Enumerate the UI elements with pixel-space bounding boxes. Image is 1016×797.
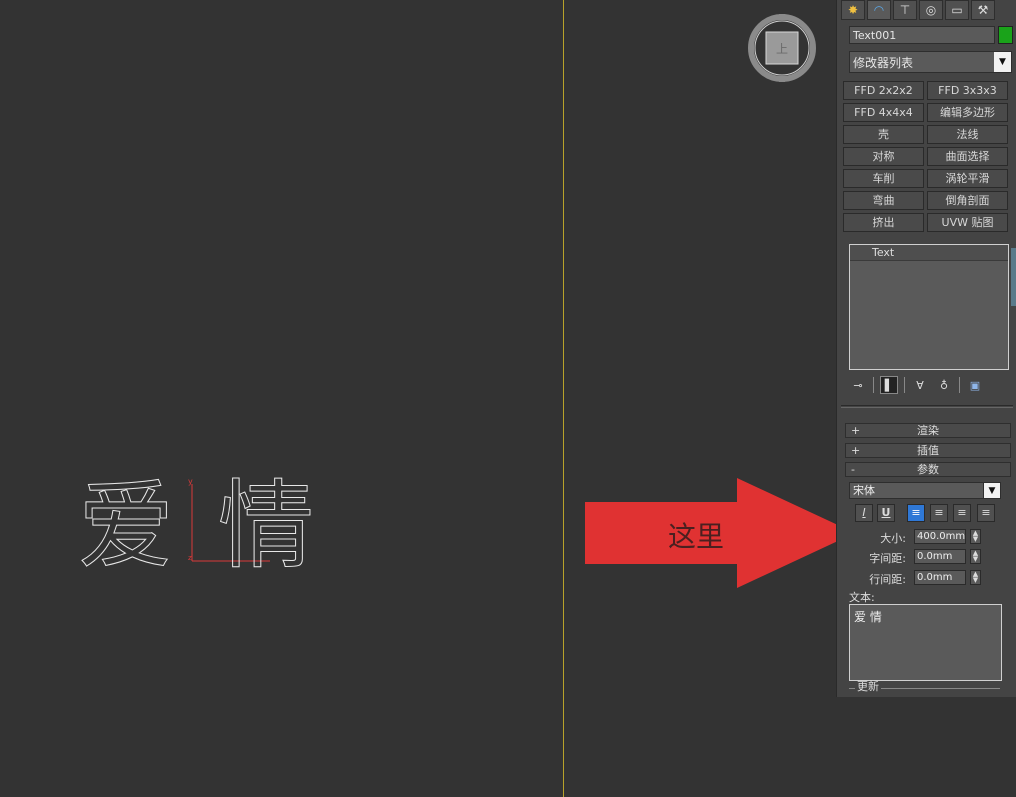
modifier-button-grid: FFD 2x2x2 FFD 3x3x3 FFD 4x4x4 编辑多边形 壳 法线… xyxy=(843,81,1010,232)
modifier-button[interactable]: 车削 xyxy=(843,169,924,188)
configure-sets-icon[interactable]: ▣ xyxy=(966,376,984,394)
kerning-row: 字间距: 0.0mm ▲ ▼ xyxy=(849,549,1009,565)
annotation-label: 这里 xyxy=(668,520,725,553)
leading-spinner[interactable]: ▲ ▼ xyxy=(970,570,981,585)
italic-button[interactable]: I xyxy=(855,504,873,522)
modify-tab-icon[interactable]: ◠ xyxy=(867,0,891,20)
modifier-button[interactable]: 法线 xyxy=(927,125,1008,144)
motion-tab-icon[interactable]: ◎ xyxy=(919,0,943,20)
font-dropdown[interactable]: 宋体 ▼ xyxy=(849,482,1001,499)
scene-text-char[interactable]: 爱 xyxy=(78,478,175,575)
size-spinner[interactable]: ▲ ▼ xyxy=(970,529,981,544)
svg-text:z: z xyxy=(188,554,192,562)
align-right-button[interactable]: ≡ xyxy=(953,504,971,522)
object-name-field[interactable]: Text001 xyxy=(849,26,995,44)
modifier-button[interactable]: 涡轮平滑 xyxy=(927,169,1008,188)
text-format-toolbar: I U ≡ ≡ ≡ ≡ xyxy=(855,504,1007,522)
scene-text-char[interactable]: 情 xyxy=(218,478,315,575)
rollout-render[interactable]: + 渲染 xyxy=(845,423,1011,438)
update-group: 更新 xyxy=(849,681,1000,697)
viewport-divider[interactable] xyxy=(563,0,564,797)
stack-toolbar: ⊸ ▌ ∀ ♁ ▣ xyxy=(849,375,1011,395)
modifier-button[interactable]: FFD 3x3x3 xyxy=(927,81,1008,100)
make-unique-icon[interactable]: ∀ xyxy=(911,376,929,394)
kerning-spinner[interactable]: ▲ ▼ xyxy=(970,549,981,564)
font-name: 宋体 xyxy=(853,484,875,497)
rollout-parameters[interactable]: - 参数 xyxy=(845,462,1011,477)
kerning-input[interactable]: 0.0mm xyxy=(914,549,966,564)
collapse-icon: - xyxy=(851,463,855,476)
rollout-title: 参数 xyxy=(917,463,939,476)
chevron-down-icon[interactable]: ▼ xyxy=(983,482,1001,499)
command-panel-tabs: ✸ ◠ ⊤ ◎ ▭ ⚒ xyxy=(841,0,995,20)
modifier-stack[interactable]: Text xyxy=(849,244,1009,370)
modifier-list-dropdown[interactable]: 修改器列表 ▼ xyxy=(849,51,1012,73)
leading-input[interactable]: 0.0mm xyxy=(914,570,966,585)
modifier-button[interactable]: FFD 2x2x2 xyxy=(843,81,924,100)
expand-icon: + xyxy=(851,424,861,437)
expand-icon: + xyxy=(851,444,861,457)
modifier-button[interactable]: 壳 xyxy=(843,125,924,144)
toolbar-divider xyxy=(873,377,874,393)
underline-button[interactable]: U xyxy=(877,504,895,522)
command-panel: ✸ ◠ ⊤ ◎ ▭ ⚒ Text001 修改器列表 ▼ FFD 2x2x2 FF… xyxy=(836,0,1016,697)
toolbar-divider xyxy=(959,377,960,393)
modifier-button[interactable]: 倒角剖面 xyxy=(927,191,1008,210)
align-left-button[interactable]: ≡ xyxy=(907,504,925,522)
remove-modifier-icon[interactable]: ♁ xyxy=(935,376,953,394)
display-tab-icon[interactable]: ▭ xyxy=(945,0,969,20)
text-input-area[interactable]: 爱 情 xyxy=(849,604,1002,681)
modifier-list-label: 修改器列表 xyxy=(853,56,914,70)
pin-stack-icon[interactable]: ⊸ xyxy=(849,376,867,394)
update-group-label: 更新 xyxy=(855,680,881,693)
hierarchy-tab-icon[interactable]: ⊤ xyxy=(893,0,917,20)
utilities-tab-icon[interactable]: ⚒ xyxy=(971,0,995,20)
kerning-label: 字间距: xyxy=(869,552,906,565)
stack-item-text[interactable]: Text xyxy=(850,245,1008,261)
rollout-title: 插值 xyxy=(917,444,939,457)
svg-text:y: y xyxy=(188,478,193,486)
align-center-button[interactable]: ≡ xyxy=(930,504,948,522)
svg-text:上: 上 xyxy=(776,42,788,56)
modifier-button[interactable]: 曲面选择 xyxy=(927,147,1008,166)
panel-scroll-strip[interactable] xyxy=(1011,248,1016,306)
viewcube[interactable]: 上 xyxy=(748,14,816,82)
create-tab-icon[interactable]: ✸ xyxy=(841,0,865,20)
size-row: 大小: 400.0mm ▲ ▼ xyxy=(849,529,1009,545)
perspective-viewport[interactable]: 上 爱 y z 情 这里 xyxy=(0,0,855,797)
viewport-corner xyxy=(836,697,1016,797)
rollout-title: 渲染 xyxy=(917,424,939,437)
leading-row: 行间距: 0.0mm ▲ ▼ xyxy=(849,570,1009,586)
panel-separator xyxy=(841,405,1013,408)
object-color-swatch[interactable] xyxy=(998,26,1013,44)
modifier-button[interactable]: 挤出 xyxy=(843,213,924,232)
modifier-button[interactable]: UVW 贴图 xyxy=(927,213,1008,232)
size-input[interactable]: 400.0mm xyxy=(914,529,966,544)
leading-label: 行间距: xyxy=(869,573,906,586)
modifier-button[interactable]: 弯曲 xyxy=(843,191,924,210)
modifier-button[interactable]: 编辑多边形 xyxy=(927,103,1008,122)
show-end-result-icon[interactable]: ▌ xyxy=(880,376,898,394)
chevron-down-icon[interactable]: ▼ xyxy=(994,52,1011,72)
toolbar-divider xyxy=(904,377,905,393)
rollout-interpolation[interactable]: + 插值 xyxy=(845,443,1011,458)
modifier-button[interactable]: 对称 xyxy=(843,147,924,166)
text-label: 文本: xyxy=(849,591,875,604)
justify-button[interactable]: ≡ xyxy=(977,504,995,522)
size-label: 大小: xyxy=(880,532,906,545)
modifier-button[interactable]: FFD 4x4x4 xyxy=(843,103,924,122)
